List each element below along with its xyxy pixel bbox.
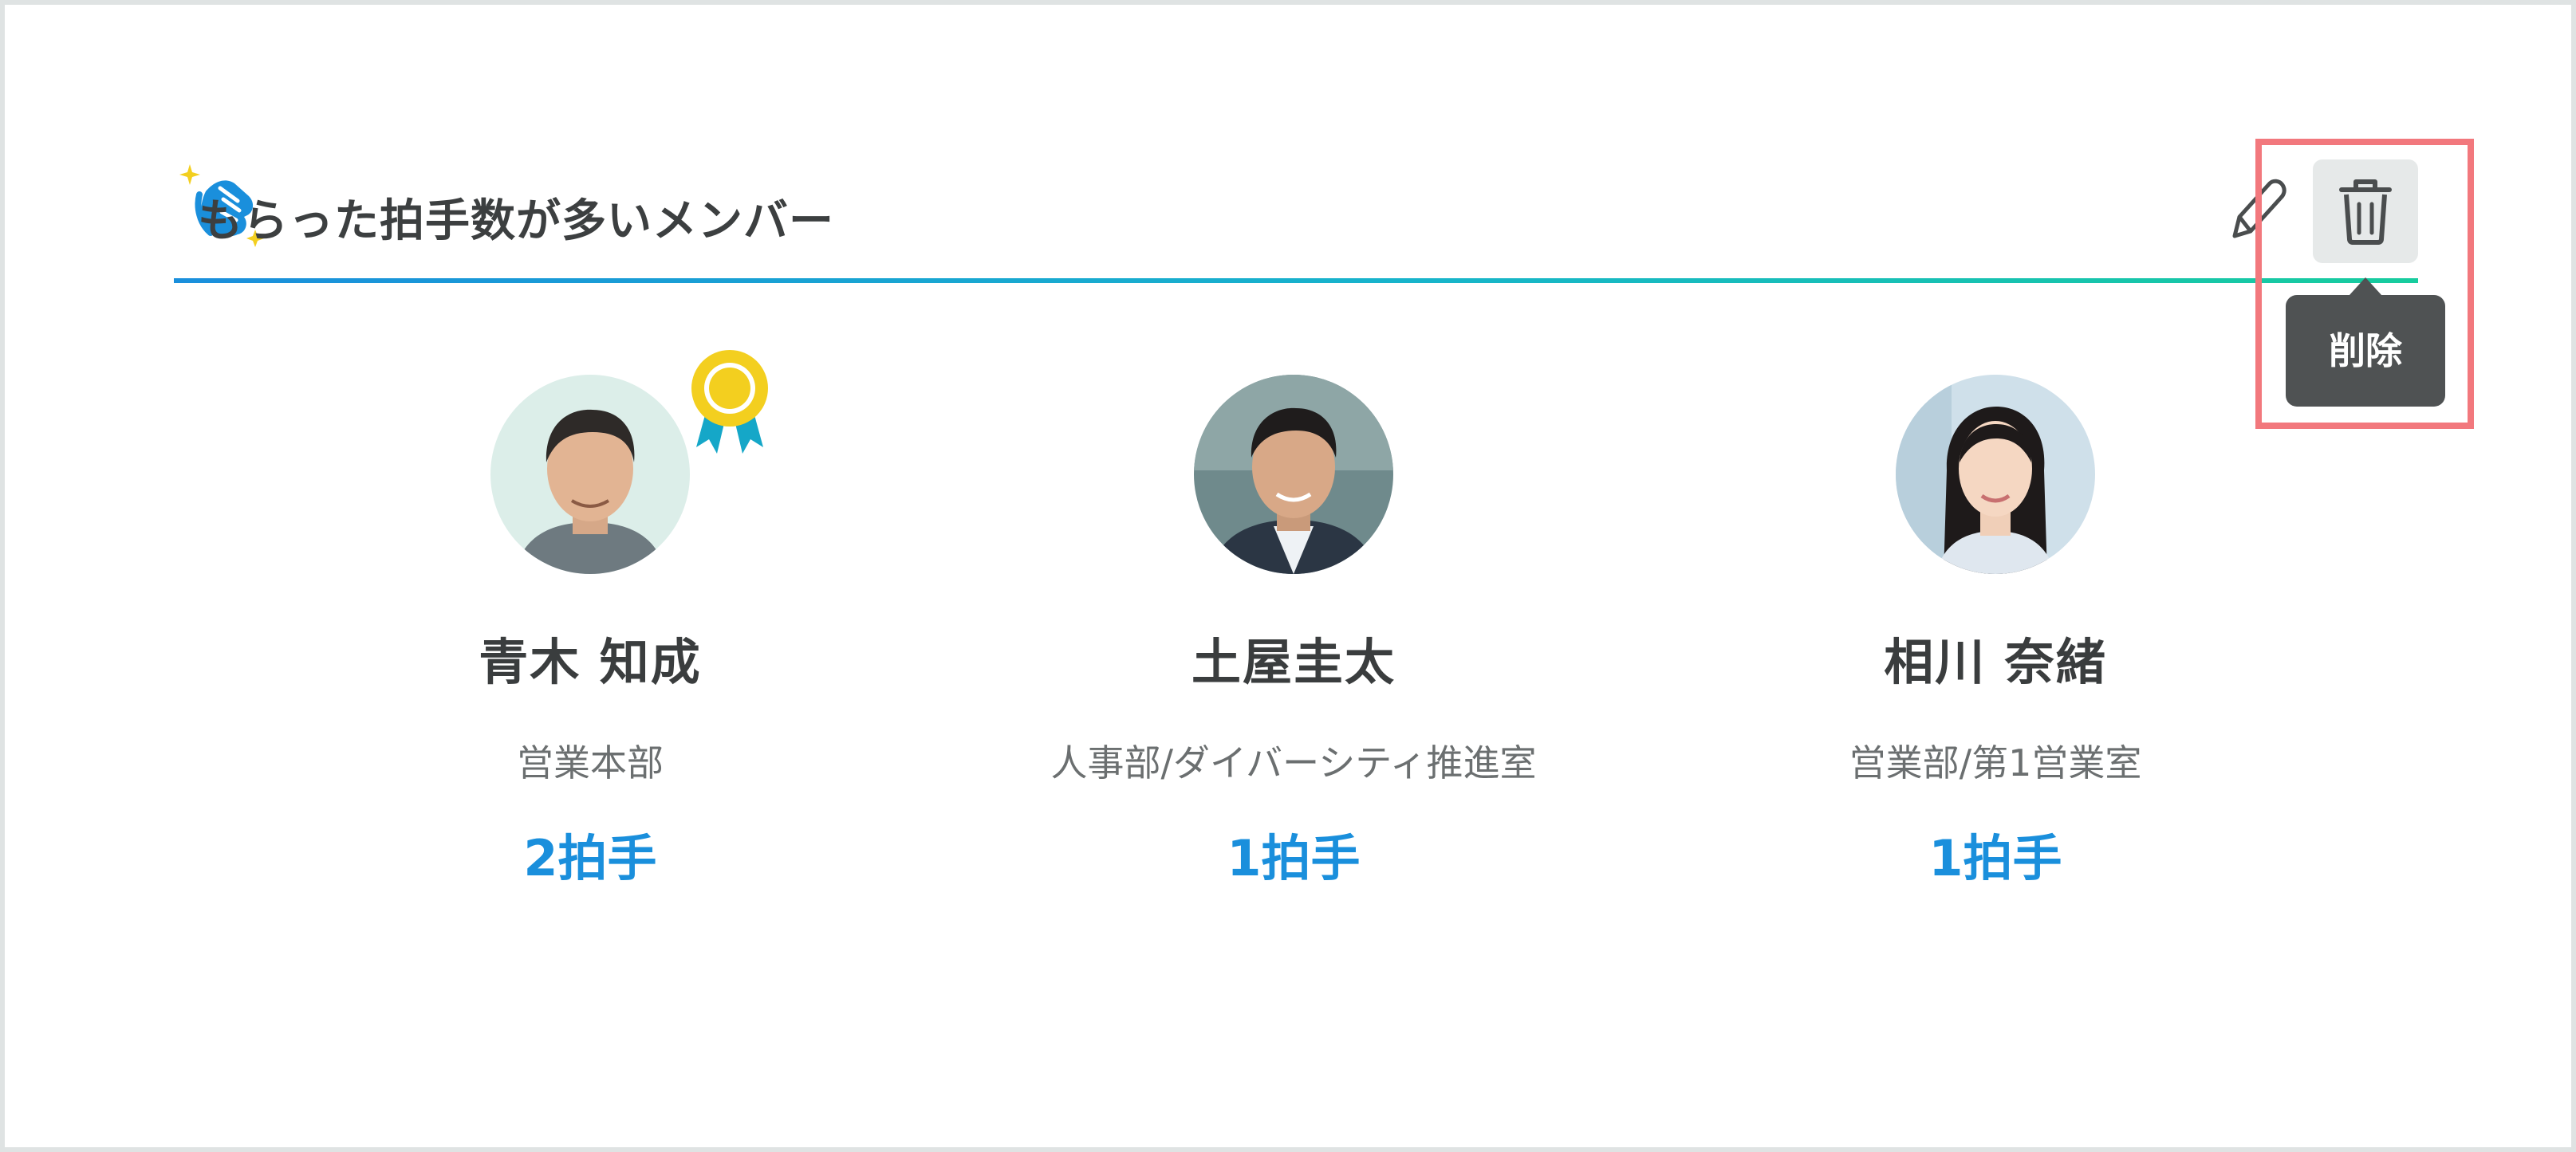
member-card[interactable]: 相川 奈緒 営業部/第1営業室 1拍手 [1692, 375, 2298, 890]
title-divider [174, 278, 2418, 283]
avatar [490, 375, 690, 574]
avatar [1194, 375, 1393, 574]
avatar [1896, 375, 2095, 574]
clap-count: 1拍手 [1928, 829, 2062, 887]
member-card[interactable]: 青木 知成 営業本部 2拍手 [287, 350, 893, 890]
clap-count: 2拍手 [523, 829, 657, 887]
member-name: 相川 奈緒 [1884, 633, 2107, 691]
widget-title: もらった拍手数が多いメンバー [198, 195, 834, 247]
member-name: 青木 知成 [479, 633, 702, 691]
member-department: 営業部/第1営業室 [1849, 741, 2142, 784]
member-department: 営業本部 [517, 741, 664, 784]
clap-count: 1拍手 [1227, 829, 1361, 887]
member-name: 土屋圭太 [1191, 633, 1396, 691]
member-card[interactable]: 土屋圭太 人事部/ダイバーシティ推進室 1拍手 [991, 375, 1597, 890]
member-department: 人事部/ダイバーシティ推進室 [1050, 741, 1537, 784]
award-medal-icon [691, 350, 768, 454]
